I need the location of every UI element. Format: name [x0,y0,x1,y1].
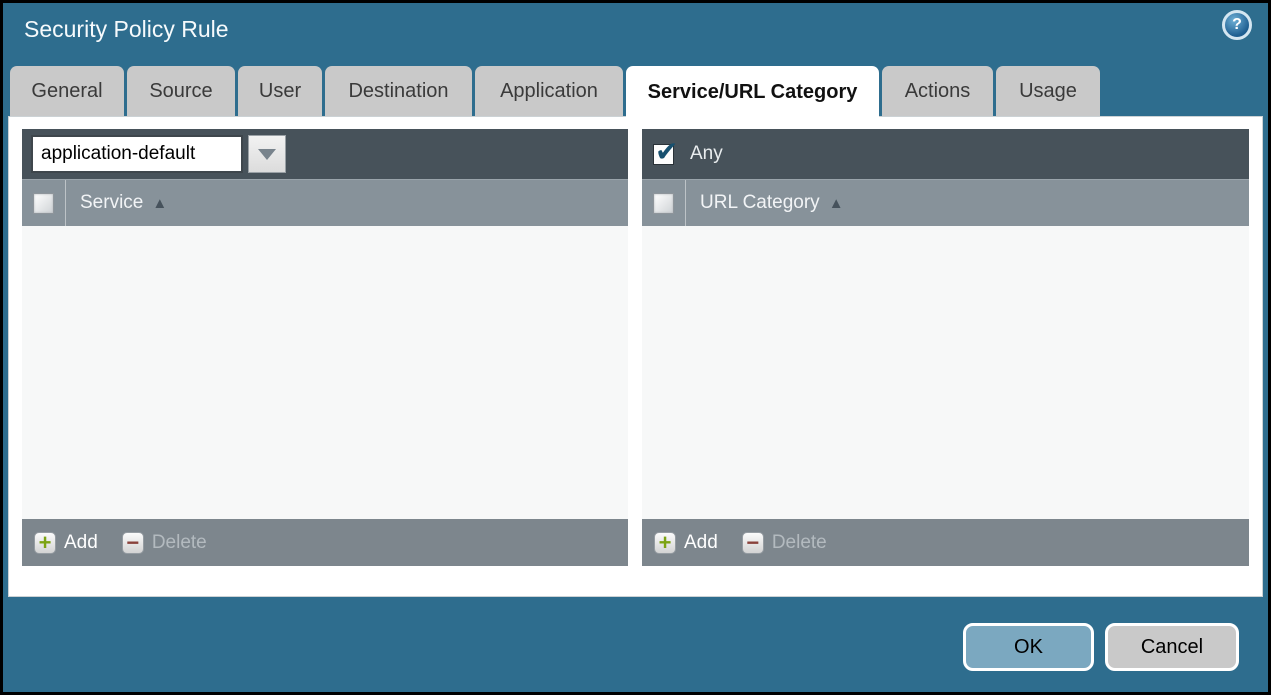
any-label: Any [690,143,723,164]
chevron-down-icon [258,148,276,160]
service-panel-footer: + Add − Delete [22,519,628,566]
url-category-panel-toolbar: Any [642,129,1249,179]
url-category-delete-button[interactable]: − Delete [741,531,827,554]
tab-actions[interactable]: Actions [882,66,993,116]
url-category-column-label: URL Category [700,192,820,213]
service-list [22,226,628,519]
security-policy-rule-dialog: Security Policy Rule ? General Source Us… [3,3,1268,692]
service-type-input[interactable]: application-default [31,135,243,173]
tab-user[interactable]: User [238,66,322,116]
tab-general[interactable]: General [10,66,124,116]
minus-icon: − [741,531,764,554]
tab-application[interactable]: Application [475,66,623,116]
service-panel: application-default Service ▲ + Add − De… [22,129,628,566]
cancel-button[interactable]: Cancel [1105,623,1239,671]
ok-button[interactable]: OK [963,623,1094,671]
tab-source[interactable]: Source [127,66,235,116]
url-category-column-header[interactable]: URL Category ▲ [642,179,1249,227]
tab-content: application-default Service ▲ + Add − De… [8,116,1263,597]
service-panel-toolbar: application-default [22,129,628,179]
service-type-combobox[interactable]: application-default [31,135,286,173]
tab-usage[interactable]: Usage [996,66,1100,116]
sort-ascending-icon: ▲ [828,194,844,212]
plus-icon: + [654,531,676,554]
dialog-title: Security Policy Rule [24,16,229,42]
any-checkbox[interactable] [653,135,678,168]
url-category-add-button[interactable]: + Add [654,531,718,554]
tab-bar: General Source User Destination Applicat… [10,66,1100,118]
column-separator [65,179,66,227]
tab-service-url-category[interactable]: Service/URL Category [626,66,879,118]
url-category-select-all-checkbox[interactable] [653,192,674,214]
minus-icon: − [121,531,144,554]
sort-ascending-icon: ▲ [152,194,168,212]
screen: Security Policy Rule ? General Source Us… [0,0,1271,695]
service-column-header[interactable]: Service ▲ [22,179,628,227]
service-select-all-checkbox[interactable] [33,192,54,214]
url-category-panel: Any URL Category ▲ + Add − Delet [642,129,1249,566]
column-separator [685,179,686,227]
service-column-label: Service [80,192,144,213]
plus-icon: + [34,531,56,554]
service-type-dropdown-button[interactable] [248,135,286,173]
url-category-panel-footer: + Add − Delete [642,519,1249,566]
tab-destination[interactable]: Destination [325,66,472,116]
service-delete-button[interactable]: − Delete [121,531,207,554]
help-icon[interactable]: ? [1222,10,1252,40]
service-add-button[interactable]: + Add [34,531,98,554]
url-category-list [642,226,1249,519]
